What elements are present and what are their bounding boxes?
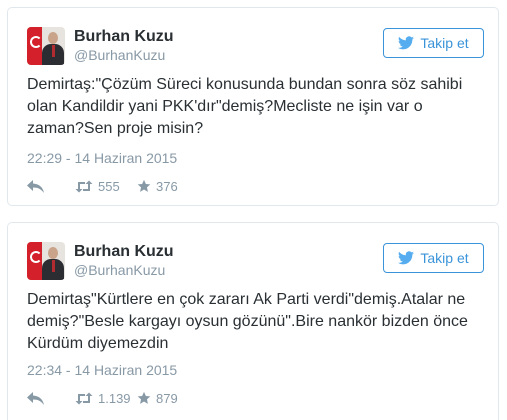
reply-button[interactable]: [27, 391, 75, 405]
tweet-timestamp[interactable]: 22:29 - 14 Haziran 2015: [27, 150, 177, 166]
favorite-button[interactable]: 376: [137, 179, 178, 194]
tweet-text: Demirtaş"Kürtlere en çok zararı Ak Parti…: [27, 291, 468, 352]
tweet-author[interactable]: Burhan Kuzu @BurhanKuzu: [27, 26, 174, 66]
twitter-bird-icon: [398, 251, 415, 265]
retweet-icon: [75, 180, 93, 192]
reply-button[interactable]: [27, 179, 75, 193]
follow-button[interactable]: Takip et: [383, 243, 484, 273]
follow-label: Takip et: [420, 250, 469, 266]
avatar[interactable]: [27, 27, 65, 65]
favorite-count: 376: [156, 178, 178, 194]
tweet-author[interactable]: Burhan Kuzu @BurhanKuzu: [27, 241, 174, 281]
tweet-timestamp[interactable]: 22:34 - 14 Haziran 2015: [27, 362, 177, 378]
tweet-card: Burhan Kuzu @BurhanKuzu Takip et Demirta…: [7, 222, 499, 420]
user-handle[interactable]: @BurhanKuzu: [74, 46, 174, 65]
follow-label: Takip et: [420, 35, 469, 51]
retweet-count: 1.139: [98, 390, 131, 406]
retweet-count: 555: [98, 178, 120, 194]
reply-icon: [27, 179, 44, 193]
tweet-text: Demirtaş:"Çözüm Süreci konusunda bundan …: [27, 76, 463, 137]
favorite-count: 879: [156, 390, 178, 406]
retweet-icon: [75, 392, 93, 404]
display-name[interactable]: Burhan Kuzu: [74, 242, 174, 261]
display-name[interactable]: Burhan Kuzu: [74, 27, 174, 46]
twitter-bird-icon: [398, 36, 415, 50]
follow-button[interactable]: Takip et: [383, 28, 484, 58]
retweet-button[interactable]: 1.139: [75, 391, 137, 406]
user-handle[interactable]: @BurhanKuzu: [74, 261, 174, 280]
tweet-actions: 555 376: [27, 176, 178, 196]
avatar[interactable]: [27, 242, 65, 280]
star-icon: [137, 179, 151, 192]
tweet-card: Burhan Kuzu @BurhanKuzu Takip et Demirta…: [7, 7, 499, 206]
tweet-actions: 1.139 879: [27, 388, 178, 408]
star-icon: [137, 391, 151, 404]
reply-icon: [27, 391, 44, 405]
favorite-button[interactable]: 879: [137, 391, 178, 406]
retweet-button[interactable]: 555: [75, 179, 137, 194]
